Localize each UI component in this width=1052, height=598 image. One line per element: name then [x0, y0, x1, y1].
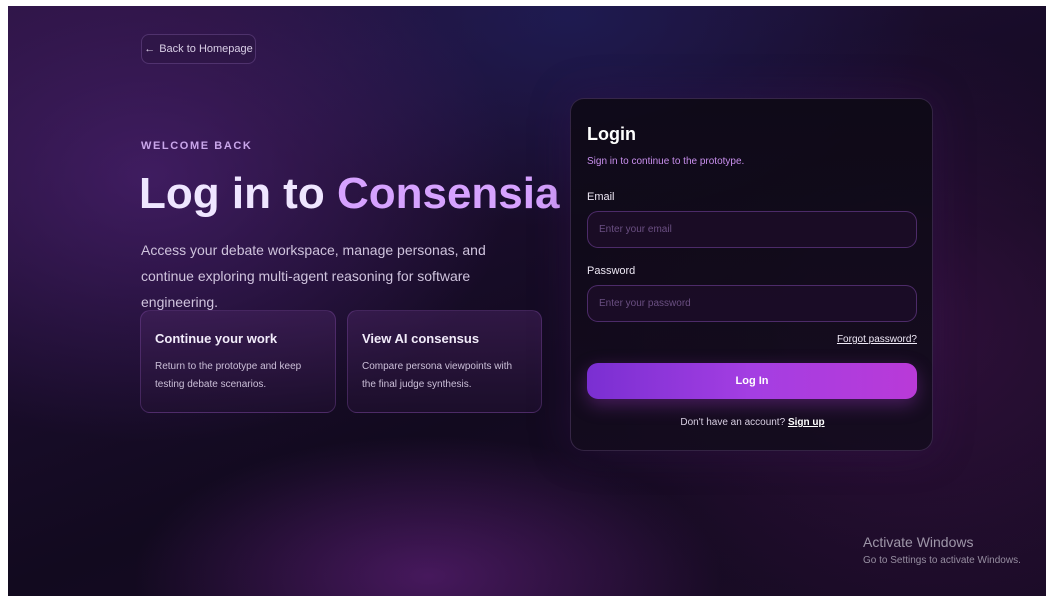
feature-card-continue-work: Continue your work Return to the prototy… [140, 310, 336, 413]
login-card: Login Sign in to continue to the prototy… [570, 98, 933, 451]
feature-card-title: Continue your work [155, 331, 278, 346]
activate-windows-watermark: Activate Windows Go to Settings to activ… [863, 534, 1021, 566]
feature-card-text: Compare persona viewpoints with the fina… [362, 361, 513, 390]
page-title-prefix: Log in to [139, 169, 337, 218]
signup-prompt-text: Don't have an account? [680, 417, 788, 428]
email-label: Email [587, 191, 615, 203]
signup-prompt: Don't have an account? Sign up [571, 417, 934, 428]
hero-description: Access your debate workspace, manage per… [141, 242, 486, 310]
login-title: Login [587, 124, 636, 144]
password-field[interactable] [587, 285, 917, 322]
password-label: Password [587, 265, 636, 277]
feature-card-ai-consensus: View AI consensus Compare persona viewpo… [347, 310, 542, 413]
welcome-eyebrow: WELCOME BACK [141, 140, 253, 152]
feature-card-title: View AI consensus [362, 331, 480, 346]
page-title-brand: Consensia [336, 169, 560, 218]
activate-windows-subtitle: Go to Settings to activate Windows. [863, 555, 1021, 566]
back-button-label: Back to Homepage [159, 43, 253, 55]
back-to-homepage-button[interactable]: ← Back to Homepage [141, 34, 256, 64]
forgot-password-link[interactable]: Forgot password? [837, 334, 917, 345]
email-field[interactable] [587, 211, 917, 248]
signup-link[interactable]: Sign up [788, 417, 825, 428]
page-background: ← Back to Homepage WELCOME BACK Log in t… [8, 6, 1046, 596]
login-button[interactable]: Log In [587, 363, 917, 399]
page-title: Log in to Consensia [139, 166, 559, 222]
feature-card-text: Return to the prototype and keep testing… [155, 361, 302, 390]
arrow-left-icon: ← [144, 43, 156, 55]
activate-windows-title: Activate Windows [863, 534, 974, 550]
login-subtitle: Sign in to continue to the prototype. [587, 156, 745, 167]
